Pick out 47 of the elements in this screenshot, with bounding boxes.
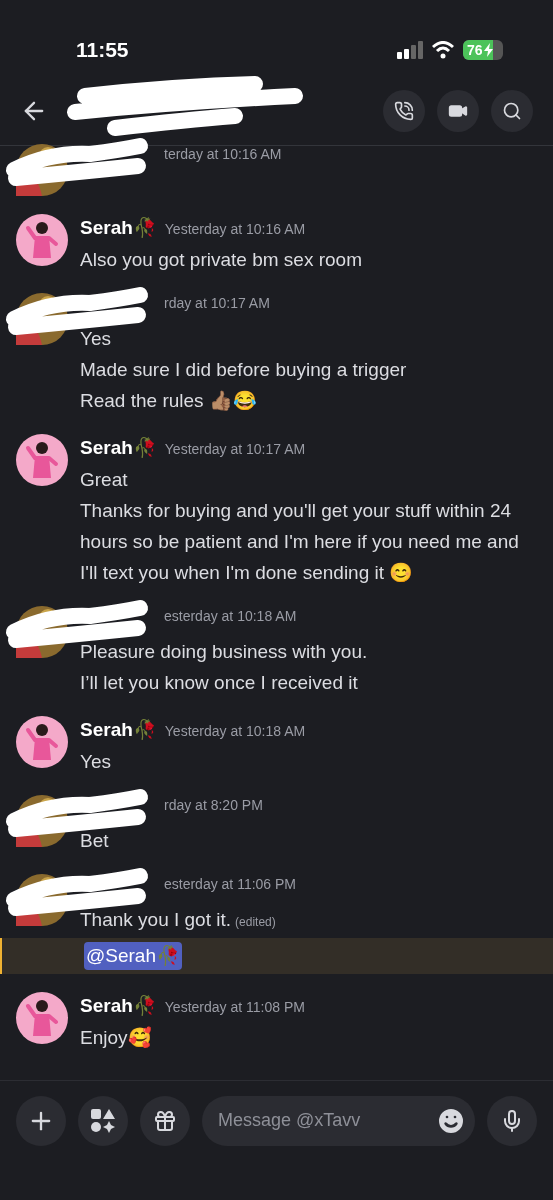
signal-icon	[397, 41, 423, 59]
edited-label: (edited)	[235, 915, 276, 929]
message-text: Made sure I did before buying a trigger	[80, 358, 408, 382]
message-text: Thanks for buying and you'll get your stuff within 24 hours so be patient and I'm here if you need me and I'll text you when I'm done sending it 😊	[80, 499, 520, 585]
message-text: Thank you I got it. (edited)	[80, 908, 277, 932]
user-mention[interactable]: @Serah🥀	[84, 942, 182, 970]
apps-button[interactable]	[78, 1095, 128, 1146]
gift-icon	[153, 1108, 177, 1133]
status-time: 11:55	[76, 37, 129, 64]
message-timestamp: Yesterday at 10:16 AM	[164, 220, 306, 239]
microphone-button[interactable]	[487, 1095, 537, 1146]
message-text: Bet	[80, 829, 110, 853]
avatar	[16, 434, 68, 486]
author-name[interactable]: Serah🥀	[80, 214, 157, 243]
author-name[interactable]: Serah🥀	[80, 716, 157, 745]
add-button[interactable]	[16, 1095, 66, 1146]
message-text: I’ll let you know once I received it	[80, 671, 359, 695]
avatar	[16, 992, 68, 1044]
message-timestamp: Yesterday at 10:18 AM	[164, 722, 306, 741]
battery-indicator: 76	[463, 40, 503, 60]
avatar	[16, 214, 68, 266]
message-timestamp: Yesterday at 10:17 AM	[164, 440, 306, 459]
wifi-icon	[431, 41, 455, 59]
message-input[interactable]: Message @xTavv	[202, 1095, 475, 1146]
call-button[interactable]	[383, 89, 425, 132]
message-text: Read the rules 👍🏽😂	[80, 389, 258, 413]
video-button[interactable]	[437, 89, 479, 132]
message-text: Pleasure doing business with you.	[80, 640, 369, 664]
author-name[interactable]: Serah🥀	[80, 992, 157, 1021]
message-timestamp: esterday at 10:18 AM	[164, 607, 297, 626]
message-timestamp: rday at 10:17 AM	[164, 294, 270, 313]
message-timestamp: esterday at 11:06 PM	[164, 875, 297, 894]
search-icon	[502, 100, 522, 121]
gift-button[interactable]	[140, 1095, 190, 1146]
message-text: Yes	[80, 750, 112, 774]
message-timestamp: Yesterday at 11:08 PM	[164, 998, 305, 1017]
message-text: Yes	[80, 327, 112, 351]
message-timestamp: rday at 8:20 PM	[164, 796, 263, 815]
avatar	[16, 716, 68, 768]
message-text: Also you got private bm sex room	[80, 248, 363, 272]
message-timestamp: terday at 10:16 AM	[164, 145, 282, 164]
phone-icon	[394, 100, 414, 121]
message-text: Great	[80, 468, 129, 492]
author-name[interactable]: Serah🥀	[80, 434, 157, 463]
shapes-icon	[90, 1107, 116, 1134]
search-button[interactable]	[491, 89, 533, 132]
message-text: Enjoy🥰	[80, 1025, 153, 1050]
